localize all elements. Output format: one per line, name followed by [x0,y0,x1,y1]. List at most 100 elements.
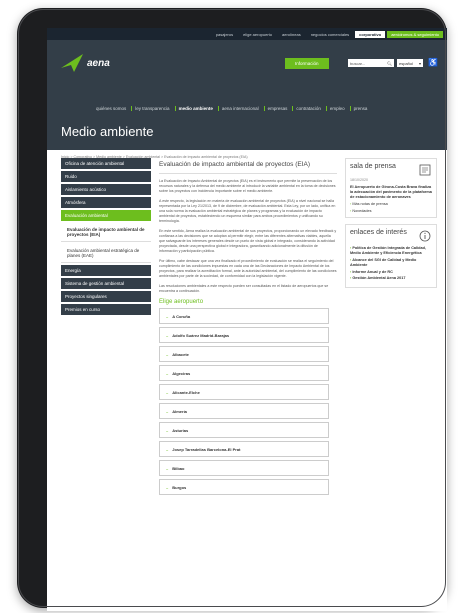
aena-plane-icon [61,54,83,72]
expand-icon: – [166,370,169,376]
airport-name: Albacete [172,351,189,357]
nav-prensa[interactable]: prensa [349,106,371,111]
paragraph: En este sentido, Aena realiza la evaluac… [159,229,337,253]
content-title: Evaluación de impacto ambiental de proye… [159,158,337,174]
airport-item[interactable]: – Almería [159,403,329,419]
page-title: Medio ambiente [61,124,154,139]
sidebar-subitem-eae[interactable]: Evaluación ambiental estratégica de plan… [61,244,151,263]
airport-item[interactable]: – Burgos [159,479,329,495]
link-item[interactable]: › Gestión Ambiental Aena 2017 [350,276,432,281]
topbar-item-aerodromos[interactable]: aeródromos & seguimiento [387,30,443,38]
airport-item[interactable]: – Alicante-Elche [159,384,329,400]
links-box: enlaces de interés › Política de Gestión… [345,224,437,289]
nav-medio-ambiente[interactable]: medio ambiente [174,106,216,111]
info-button[interactable]: Información [285,58,329,69]
nav-quienes-somos[interactable]: quiénes somos [93,106,129,111]
press-link-label: Novedades [352,209,372,214]
sidebar-item-proyectos[interactable]: Proyectos singulares [61,291,151,302]
airport-item[interactable]: – Adolfo Suárez Madrid-Barajas [159,327,329,343]
site-header: aena Información buscar... 🔍︎ español ▾ … [47,40,447,150]
accessibility-icon[interactable]: ♿ [428,58,438,67]
expand-icon: – [166,427,169,433]
sidebar-item-aislamiento[interactable]: Aislamiento acústico [61,184,151,195]
link-label: Informe Anual y de RC [352,269,393,274]
press-box: sala de prensa 18/10/2020 El Aeropuerto … [345,158,437,219]
search-placeholder: buscar... [350,60,366,66]
airport-name: Bilbao [172,465,185,471]
sidebar-item-premios[interactable]: Premios en curso [61,304,151,315]
topbar-item-corporativo[interactable]: corporativo [355,30,386,38]
sidebar-item-ruido[interactable]: Ruido [61,171,151,182]
sidebar-item-energia[interactable]: Energía [61,265,151,276]
language-select[interactable]: español ▾ [397,59,423,67]
sidebar-item-atmosfera[interactable]: Atmósfera [61,197,151,208]
main-nav: quiénes somos ley transparencia medio am… [93,106,370,111]
airport-item[interactable]: – Algeciras [159,365,329,381]
main-content: Evaluación de impacto ambiental de proye… [159,158,337,495]
links-list: › Política de Gestión Integrada de Calid… [350,246,432,281]
search-input[interactable]: buscar... 🔍︎ [348,59,394,67]
expand-icon: – [166,313,169,319]
nav-empresas[interactable]: empresas [263,106,291,111]
airport-item[interactable]: – Asturias [159,422,329,438]
aena-logo[interactable]: aena [61,54,110,72]
airport-item[interactable]: – Albacete [159,346,329,362]
language-value: español [399,60,414,66]
airport-name: A Coruña [172,313,191,319]
press-headline[interactable]: El Aeropuerto de Girona-Costa Brava fina… [350,185,432,199]
sidebar: Oficina de atención ambiental Ruido Aisl… [61,158,151,317]
press-link-novedades[interactable]: › Novedades [350,209,432,213]
airport-item[interactable]: – Bilbao [159,460,329,476]
sidebar-item-evaluacion[interactable]: Evaluación ambiental [61,210,151,221]
expand-icon: – [166,446,169,452]
sidebar-subitem-eia[interactable]: Evaluación de impacto ambiental de proye… [61,223,151,242]
link-item[interactable]: › Política de Gestión Integrada de Calid… [350,246,432,256]
press-link-more[interactable]: › Más notas de prensa [350,202,432,206]
expand-icon: – [166,484,169,490]
newspaper-icon [419,164,431,176]
airport-name: Asturias [172,427,189,433]
airport-name: Josep Tarradellas Barcelona-El Prat [172,446,241,452]
chevron-down-icon: ▾ [418,60,421,66]
sidebar-item-sistema-gestion[interactable]: Sistema de gestión ambiental [61,278,151,289]
paragraph: Las resoluciones ambientales a este resp… [159,284,329,293]
expand-icon: – [166,465,169,471]
airport-name: Burgos [172,484,187,490]
sidebar-item-oficina[interactable]: Oficina de atención ambiental [61,158,151,169]
link-label: Gestión Ambiental Aena 2017 [352,276,406,281]
topbar-item-negocios[interactable]: negocios comerciales [307,31,353,38]
link-item[interactable]: › Alcance del SGI de Calidad y Medio Amb… [350,258,432,268]
tablet-frame: pasajeros elige aeropuerto aerolíneas ne… [17,8,447,611]
topbar-item-pasajeros[interactable]: pasajeros [212,31,237,38]
link-item[interactable]: › Informe Anual y de RC [350,270,432,275]
expand-icon: – [166,351,169,357]
airport-item[interactable]: – Josep Tarradellas Barcelona-El Prat [159,441,329,457]
link-label: Política de Gestión Integrada de Calidad… [350,246,426,256]
topbar-item-aerolineas[interactable]: aerolíneas [278,31,305,38]
search-icon[interactable]: 🔍︎ [387,61,392,66]
expand-icon: – [166,332,169,338]
link-label: Alcance del SGI de Calidad y Medio Ambie… [350,257,417,267]
nav-aena-internacional[interactable]: aena internacional [217,106,262,111]
top-bar: pasajeros elige aeropuerto aerolíneas ne… [47,28,447,40]
press-link-label: Más notas de prensa [352,202,388,207]
nav-empleo[interactable]: empleo [325,106,348,111]
right-column: sala de prensa 18/10/2020 El Aeropuerto … [345,158,437,294]
airport-section-title: Elige aeropuerto [159,299,204,305]
topbar-item-elige-aeropuerto[interactable]: elige aeropuerto [239,31,276,38]
nav-contratacion[interactable]: contratación [292,106,324,111]
airport-name: Algeciras [172,370,191,376]
airport-name: Adolfo Suárez Madrid-Barajas [172,332,230,338]
nav-ley-transparencia[interactable]: ley transparencia [131,106,172,111]
paragraph: A este respecto, la legislación en mater… [159,199,336,223]
info-icon [419,230,431,242]
airport-name: Alicante-Elche [172,389,200,395]
paragraph: La Evaluación de Impacto Ambiental de pr… [159,179,336,193]
expand-icon: – [166,389,169,395]
screen: pasajeros elige aeropuerto aerolíneas ne… [47,28,447,611]
paragraph: Por último, cabe destacar que una vez fi… [159,259,337,278]
expand-icon: – [166,408,169,414]
airport-item[interactable]: – A Coruña [159,308,329,324]
logo-text: aena [87,57,110,69]
press-date: 18/10/2020 [350,178,368,182]
